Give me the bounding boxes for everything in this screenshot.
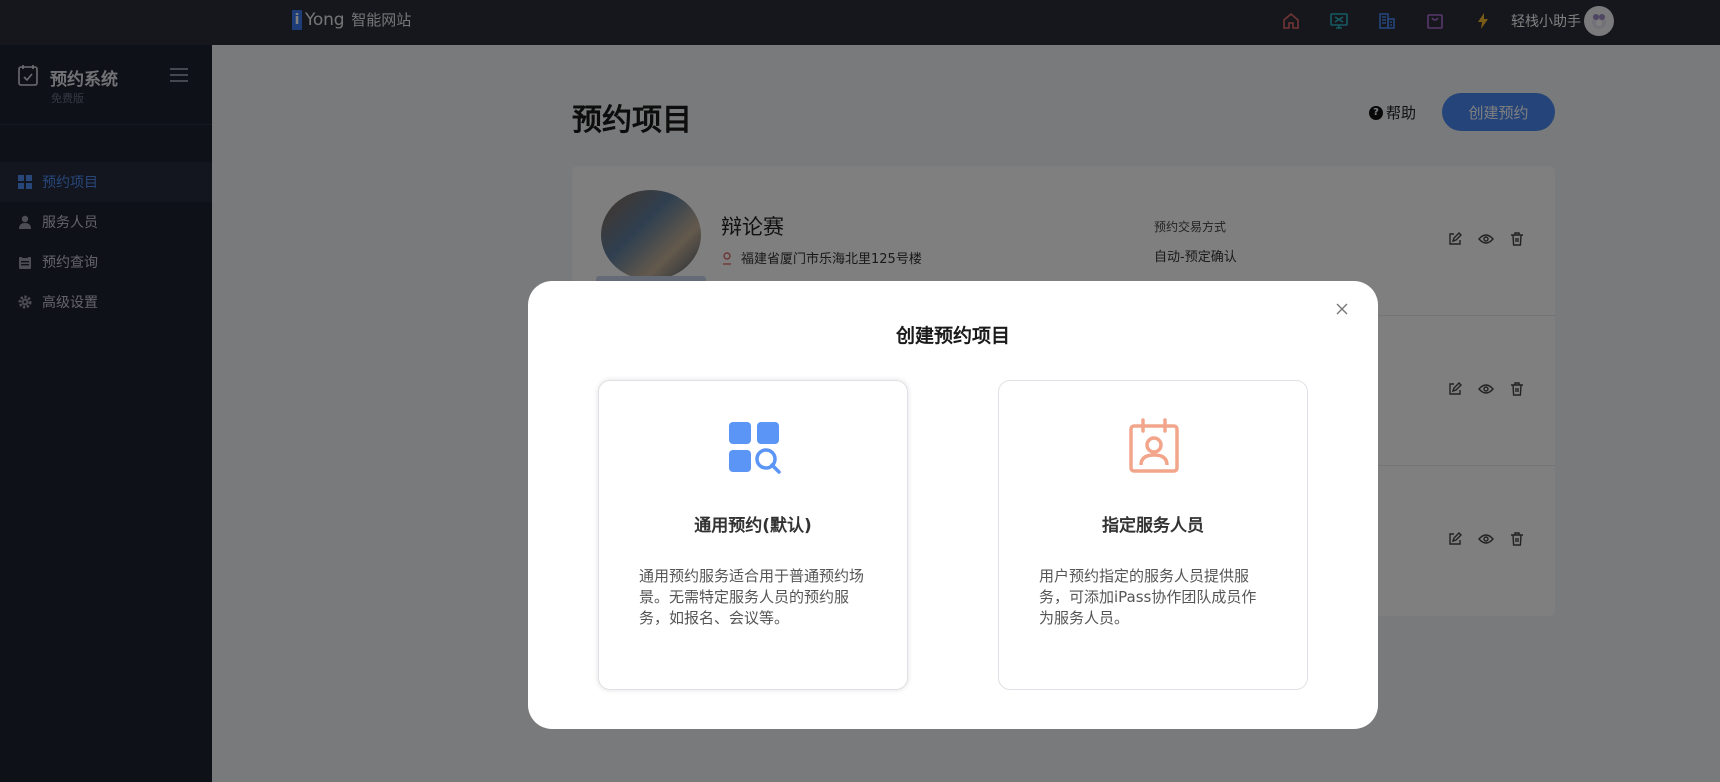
option-description: 通用预约服务适合用于普通预约场景。无需特定服务人员的预约服务，如报名、会议等。	[639, 567, 865, 627]
option-description: 用户预约指定的服务人员提供服务，可添加iPass协作团队成员作为服务人员。	[1039, 567, 1257, 627]
option-title: 指定服务人员	[1102, 516, 1204, 536]
option-assigned-staff[interactable]: 指定服务人员 用户预约指定的服务人员提供服务，可添加iPass协作团队成员作为服…	[998, 380, 1308, 690]
modal-title: 创建预约项目	[895, 325, 1010, 347]
option-general-booking[interactable]: 通用预约(默认) 通用预约服务适合用于普通预约场景。无需特定服务人员的预约服务，…	[598, 380, 908, 690]
close-icon[interactable]	[1334, 301, 1350, 317]
create-project-modal: 创建预约项目 通用预约(默认) 通用预约服务适合用于普通预约场景。无需特定服务人…	[528, 281, 1378, 729]
grid-search-icon	[729, 422, 781, 474]
staff-calendar-icon	[1129, 418, 1179, 473]
option-title: 通用预约(默认)	[694, 516, 812, 536]
